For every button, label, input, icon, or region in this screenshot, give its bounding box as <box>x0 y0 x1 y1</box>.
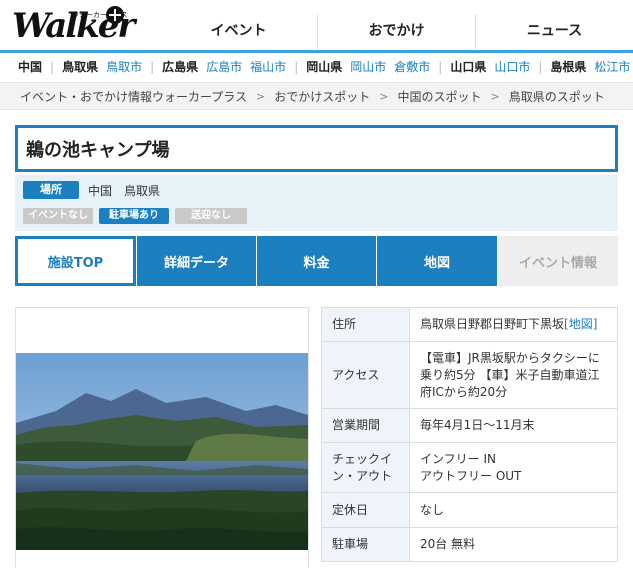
table-row: 住所 鳥取県日野郡日野町下黒坂[地図] <box>321 307 618 342</box>
region-tottori-pref[interactable]: 鳥取県 <box>62 58 98 75</box>
closed-key: 定休日 <box>321 492 410 528</box>
tag-no-event: イベントなし <box>23 208 93 224</box>
tab-price[interactable]: 料金 <box>256 236 376 286</box>
region-hiroshima-pref[interactable]: 広島県 <box>162 58 198 75</box>
parking-value: 20台 無料 <box>409 527 618 562</box>
spot-tabs: 施設TOP 詳細データ 料金 地図 イベント情報 <box>15 236 618 286</box>
checkin-cell: インフリー IN アウトフリー OUT <box>409 442 618 493</box>
main-nav: イベント おでかけ ニュース <box>160 14 633 52</box>
place-label: 場所 <box>23 181 79 199</box>
access-value: 【電車】JR黒坂駅からタクシーに乗り約5分 【車】米子自動車道江府ICから約20… <box>409 341 618 409</box>
region-chugoku[interactable]: 中国 <box>18 58 42 75</box>
checkin-key: チェックイン・アウト <box>321 442 410 493</box>
spot-details-table: 住所 鳥取県日野郡日野町下黒坂[地図] アクセス 【電車】JR黒坂駅からタクシー… <box>321 307 618 562</box>
breadcrumb-spots[interactable]: おでかけスポット <box>274 88 370 105</box>
tag-no-shuttle: 送迎なし <box>175 208 247 224</box>
region-okayama-city[interactable]: 岡山市 <box>350 58 386 75</box>
region-fukuyama-city[interactable]: 福山市 <box>250 58 286 75</box>
page-title: 鵜の池キャンプ場 <box>18 128 615 169</box>
tag-parking: 駐車場あり <box>99 208 169 224</box>
checkin-in: インフリー IN <box>420 451 496 466</box>
region-matsue-city[interactable]: 松江市 <box>594 58 630 75</box>
address-key: 住所 <box>321 307 410 342</box>
table-row: アクセス 【電車】JR黒坂駅からタクシーに乗り約5分 【車】米子自動車道江府IC… <box>321 341 618 409</box>
breadcrumb-chugoku[interactable]: 中国のスポット <box>398 88 482 105</box>
tab-event-info: イベント情報 <box>497 236 618 286</box>
tab-map[interactable]: 地図 <box>376 236 497 286</box>
region-tottori-city[interactable]: 鳥取市 <box>106 58 142 75</box>
table-row: 営業期間 毎年4月1日〜11月末 <box>321 408 618 443</box>
nav-accent-bar <box>0 50 633 53</box>
breadcrumb-home[interactable]: イベント・おでかけ情報ウォーカープラス <box>20 88 247 105</box>
region-yamaguchi-pref[interactable]: 山口県 <box>450 58 486 75</box>
chevron-right-icon: > <box>256 89 266 103</box>
tab-details[interactable]: 詳細データ <box>136 236 256 286</box>
address-cell: 鳥取県日野郡日野町下黒坂[地図] <box>409 307 618 342</box>
period-value: 毎年4月1日〜11月末 <box>409 408 618 443</box>
lake-mountain-image <box>16 353 308 550</box>
breadcrumb-tottori[interactable]: 鳥取県のスポット <box>509 88 605 105</box>
divider: | <box>438 59 443 74</box>
place-value: 中国 鳥取県 <box>88 184 161 198</box>
region-shimane-pref[interactable]: 島根県 <box>550 58 586 75</box>
region-hiroshima-city[interactable]: 広島市 <box>206 58 242 75</box>
table-row: 定休日 なし <box>321 492 618 528</box>
nav-odekake[interactable]: おでかけ <box>317 14 475 52</box>
chevron-right-icon: > <box>490 89 500 103</box>
table-row: 駐車場 20台 無料 <box>321 527 618 562</box>
closed-value: なし <box>409 492 618 528</box>
divider: | <box>150 59 155 74</box>
divider: | <box>294 59 299 74</box>
nav-news[interactable]: ニュース <box>475 14 633 52</box>
walker-plus-logo[interactable]: Walker ウォーカープラス <box>12 4 135 50</box>
region-yamaguchi-city[interactable]: 山口市 <box>494 58 530 75</box>
region-kurashiki-city[interactable]: 倉敷市 <box>394 58 430 75</box>
region-nav: 中国 | 鳥取県 鳥取市 | 広島県 広島市 福山市 | 岡山県 岡山市 倉敷市… <box>0 55 633 78</box>
address-value: 鳥取県日野郡日野町下黒坂 <box>420 317 565 331</box>
spot-info-panel: 場所 中国 鳥取県 イベントなし 駐車場あり 送迎なし <box>15 175 618 231</box>
divider: | <box>538 59 543 74</box>
access-key: アクセス <box>321 341 410 409</box>
region-okayama-pref[interactable]: 岡山県 <box>306 58 342 75</box>
tab-top[interactable]: 施設TOP <box>15 236 136 286</box>
period-key: 営業期間 <box>321 408 410 443</box>
spot-title-box: 鵜の池キャンプ場 <box>15 125 618 172</box>
breadcrumb: イベント・おでかけ情報ウォーカープラス > おでかけスポット > 中国のスポット… <box>0 82 633 110</box>
parking-key: 駐車場 <box>321 527 410 562</box>
checkin-out: アウトフリー OUT <box>420 468 522 483</box>
divider: | <box>50 59 55 74</box>
plus-icon <box>106 6 124 24</box>
site-header: Walker ウォーカープラス イベント おでかけ ニュース <box>0 0 633 53</box>
lake-photo[interactable] <box>16 353 308 550</box>
nav-event[interactable]: イベント <box>160 14 317 52</box>
chevron-right-icon: > <box>379 89 389 103</box>
table-row: チェックイン・アウト インフリー IN アウトフリー OUT <box>321 442 618 493</box>
address-map-link[interactable]: [地図] <box>564 317 597 331</box>
